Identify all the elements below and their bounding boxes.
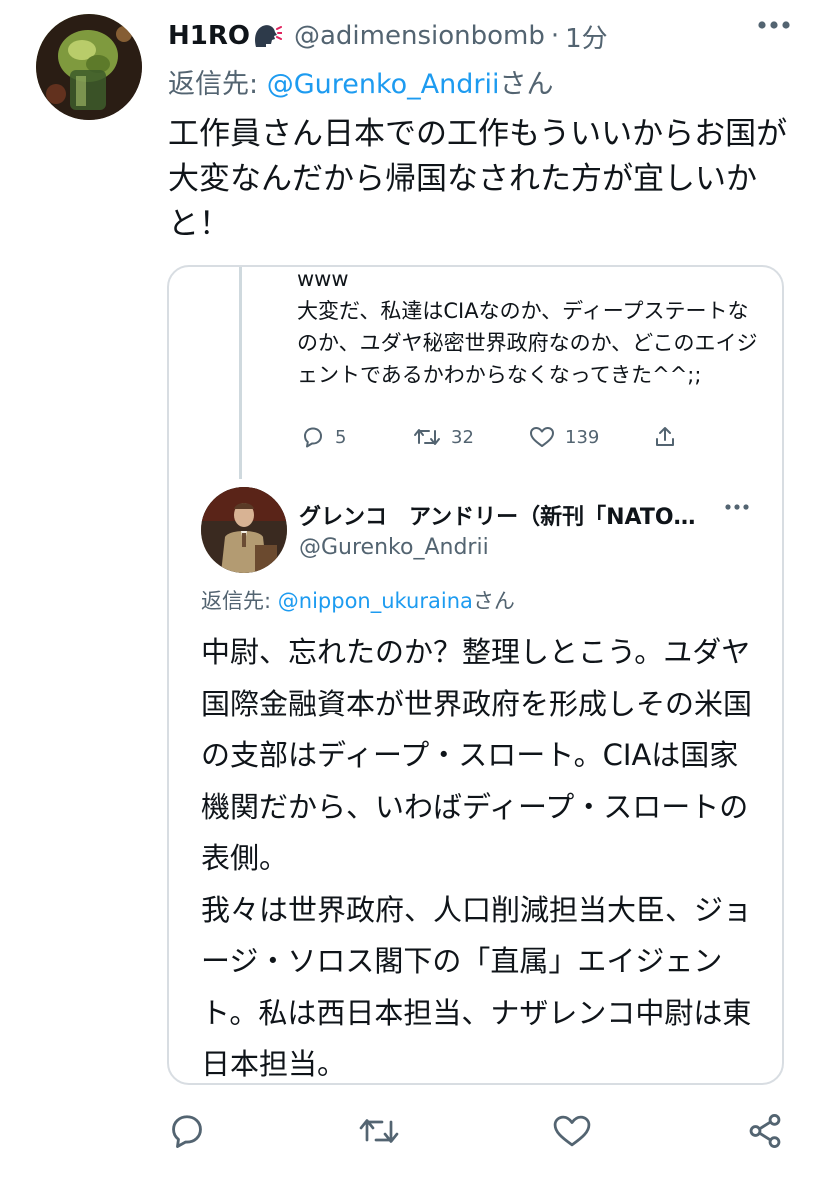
share-icon [656, 427, 674, 446]
reply-button[interactable] [168, 1112, 206, 1150]
quoted-like-action[interactable]: 139 [529, 425, 599, 449]
quoted-reply-suffix: さん [472, 589, 515, 613]
timestamp[interactable]: 1分 [565, 18, 608, 55]
thread-line [239, 267, 242, 479]
quoted-share-action[interactable] [653, 425, 687, 449]
quoted-author-avatar[interactable] [201, 487, 287, 573]
retweet-icon [359, 1119, 399, 1143]
more-icon[interactable] [724, 503, 750, 511]
share-button[interactable] [746, 1112, 784, 1150]
reply-mention-link[interactable]: @Gurenko_Andrii [267, 69, 500, 100]
avatar-image [36, 14, 142, 120]
tweet-actions [0, 1112, 821, 1162]
quoted-tweet[interactable]: www 大変だ、私達はCIAなのか、ディープステートなのか、ユダヤ秘密世界政府な… [167, 265, 784, 1085]
separator: · [550, 21, 560, 51]
reply-icon [304, 427, 322, 448]
quoted-reply-prefix: 返信先: [201, 589, 278, 613]
user-handle[interactable]: @adimensionbomb [294, 21, 545, 51]
reply-suffix: さん [499, 69, 554, 100]
quoted-reply-context: 返信先: @nippon_ukurainaさん [201, 585, 515, 615]
quoted-reply-mention-link[interactable]: @nippon_ukuraina [278, 589, 473, 613]
tweet-text: 工作員さん日本での工作もういいからお国が大変なんだから帰国なされた方が宜しいかと… [168, 116, 788, 242]
more-icon[interactable] [757, 20, 791, 30]
quoted-tweet-text: 中尉、忘れたのか？整理しとこう。ユダヤ国際金融資本が世界政府を形成しその米国の支… [201, 635, 753, 1081]
tweet-header: H1RO @adimensionbomb · 1分 [168, 14, 791, 58]
quoted-reply-count: 5 [335, 426, 347, 448]
reply-context: 返信先: @Gurenko_Andriiさん [168, 62, 553, 101]
quoted-avatar-image [201, 487, 287, 573]
reply-prefix: 返信先: [168, 69, 267, 100]
like-icon [553, 1115, 591, 1147]
quoted-like-count: 139 [565, 426, 600, 448]
like-button[interactable] [552, 1112, 592, 1150]
speaking-head-icon [252, 23, 282, 49]
display-name[interactable]: H1RO [168, 21, 250, 51]
quoted-previous-text: www 大変だ、私達はCIAなのか、ディープステートなのか、ユダヤ秘密世界政府な… [297, 267, 758, 387]
retweet-button[interactable] [358, 1112, 400, 1150]
quoted-previous-actions: 5 32 139 [301, 425, 761, 455]
retweet-icon [414, 429, 440, 445]
like-icon [530, 427, 554, 447]
reply-icon [172, 1115, 202, 1148]
quoted-reply-action[interactable]: 5 [301, 425, 346, 449]
quoted-retweet-count: 32 [451, 426, 474, 448]
share-icon [749, 1114, 781, 1148]
quoted-retweet-action[interactable]: 32 [413, 425, 474, 449]
avatar[interactable] [36, 14, 142, 120]
quoted-author-handle[interactable]: @Gurenko_Andrii [299, 535, 489, 560]
quoted-author-name[interactable]: グレンコ アンドリー（新刊「NATO… [299, 499, 719, 531]
